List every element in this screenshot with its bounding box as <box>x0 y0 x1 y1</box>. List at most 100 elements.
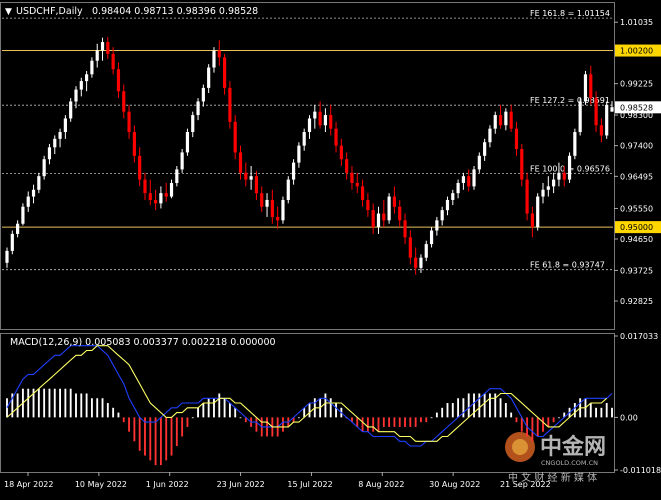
candle-bull <box>249 176 253 180</box>
macd-hist-bar-neg <box>425 417 428 423</box>
candle-bull <box>488 128 492 143</box>
candle-bear <box>345 159 349 173</box>
watermark-brand: 中金网 <box>540 434 606 460</box>
macd-hist-bar-neg <box>420 417 422 423</box>
fib-label: FE 127.2 = 0.98591 <box>530 96 610 105</box>
macd-hist-bar-pos <box>101 398 104 418</box>
candle-bear <box>233 121 237 153</box>
candle-bull <box>504 111 508 126</box>
candle-bear <box>270 199 274 217</box>
macd-hist-bar-pos <box>335 403 337 418</box>
candle-bull <box>16 223 20 234</box>
candle-bear <box>132 132 136 156</box>
candle-bear <box>366 199 370 211</box>
candle-bear <box>318 111 322 126</box>
candle-bull <box>435 220 439 231</box>
candle-bull <box>536 196 540 228</box>
candle-bull <box>31 189 36 197</box>
candle-bull <box>180 152 184 170</box>
macd-hist-bar-pos <box>53 388 56 418</box>
candle-bear <box>498 115 503 126</box>
macd-hist-bar-neg <box>552 417 555 423</box>
candle-bear <box>403 220 407 238</box>
candle-bear <box>371 210 375 228</box>
macd-hist-bar-pos <box>64 388 67 418</box>
macd-hist-bar-pos <box>297 417 300 419</box>
candle-bull <box>79 81 83 90</box>
macd-hist-bar-pos <box>59 388 61 418</box>
candle-bear <box>589 74 593 99</box>
macd-hist-bar-neg <box>542 417 544 432</box>
candle-bull <box>552 179 556 187</box>
level-price-tag-text: 0.95000 <box>620 223 653 232</box>
candle-bull <box>169 182 174 197</box>
ohlc-values: 0.98404 0.98713 0.98396 0.98528 <box>92 6 258 17</box>
macd-hist-bar-pos <box>435 412 438 418</box>
macd-hist-bar-pos <box>6 398 8 418</box>
macd-hist-bar-neg <box>366 417 369 432</box>
macd-hist-bar-pos <box>467 393 470 418</box>
candle-bear <box>334 128 338 146</box>
macd-hist-bar-pos <box>197 407 199 418</box>
candle-bear <box>148 193 152 200</box>
candle-bull <box>212 50 216 68</box>
candle-bull <box>307 118 312 133</box>
candle-bull <box>201 87 205 102</box>
candle-bull <box>610 107 614 112</box>
candle-bull <box>429 230 434 245</box>
candle-bull <box>90 60 94 75</box>
candle-bear <box>222 57 227 88</box>
candle-bull <box>546 186 550 190</box>
candle-bull <box>477 155 481 170</box>
macd-hist-bar-pos <box>223 398 226 418</box>
macd-hist-bar-pos <box>239 417 242 419</box>
candle-bull <box>100 42 105 51</box>
time-tick-label: 15 Jul 2022 <box>287 480 332 489</box>
price-tick-label: 0.96495 <box>620 172 653 181</box>
macd-hist-bar-pos <box>308 403 311 418</box>
macd-hist-bar-pos <box>75 393 77 418</box>
candle-bear <box>562 172 566 180</box>
time-tick-label: 30 Aug 2022 <box>429 480 480 489</box>
candle-bull <box>5 250 9 263</box>
macd-hist-bar-neg <box>170 417 173 456</box>
candle-bull <box>37 176 41 190</box>
macd-hist-bar-pos <box>27 388 30 418</box>
macd-hist-bar-pos <box>329 398 332 418</box>
candle-bull <box>313 111 317 119</box>
candle-bull <box>26 196 30 207</box>
time-tick-label: 21 Sep 2022 <box>500 480 551 489</box>
macd-hist-bar-neg <box>414 417 417 427</box>
macd-hist-bar-neg <box>138 417 141 451</box>
candle-bull <box>69 101 73 119</box>
macd-tick-label: 0.00 <box>620 413 638 422</box>
macd-hist-bar-neg <box>377 417 380 432</box>
time-tick-label: 18 Apr 2022 <box>4 480 53 489</box>
price-tick-label: 0.92825 <box>620 297 653 306</box>
candle-bear <box>525 179 529 214</box>
candle-bear <box>260 193 264 207</box>
macd-hist-bar-neg <box>536 417 539 437</box>
candle-bull <box>185 132 190 153</box>
macd-hist-bar-pos <box>441 407 444 418</box>
macd-hist-bar-neg <box>356 417 359 427</box>
macd-hist-bar-pos <box>85 393 88 418</box>
candle-bear <box>520 149 524 180</box>
candle-bear <box>254 176 259 194</box>
chart-canvas: 中金网 CNGOLD.COM.CN 中 文 财 经 新 媒 体 FE 161.8… <box>0 0 661 496</box>
macd-hist-bar-pos <box>499 398 502 418</box>
macd-hist-bar-pos <box>611 407 613 418</box>
candle-bull <box>445 199 450 211</box>
candle-bull <box>21 206 25 224</box>
candle-bull <box>58 132 62 139</box>
price-tick-label: 0.94650 <box>620 235 653 244</box>
time-tick-label: 1 Jun 2022 <box>146 480 189 489</box>
candle-bear <box>154 199 158 204</box>
macd-hist-bar-neg <box>159 417 162 466</box>
macd-hist-bar-neg <box>175 417 178 447</box>
macd-hist-bar-pos <box>303 407 306 418</box>
candle-bull <box>583 74 588 102</box>
macd-hist-bar-pos <box>96 398 99 418</box>
candle-bull <box>196 101 200 116</box>
collapse-triangle-icon[interactable]: ▼ <box>5 7 12 17</box>
